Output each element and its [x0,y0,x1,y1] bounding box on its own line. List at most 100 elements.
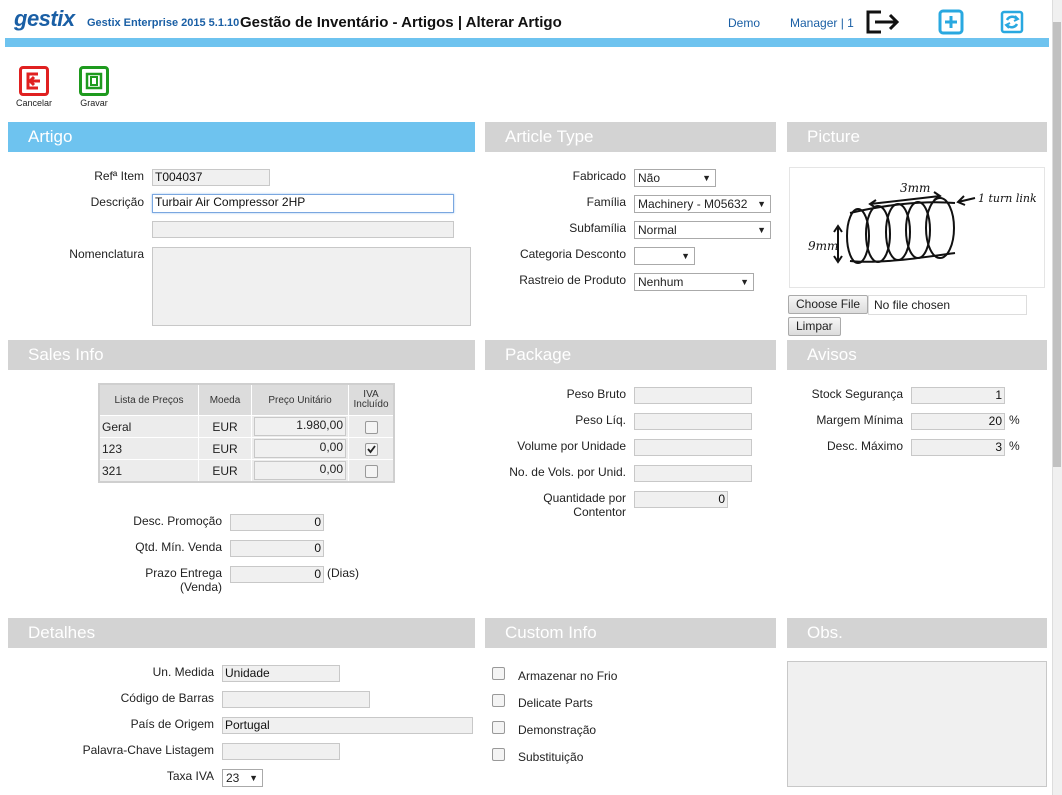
cancel-button[interactable]: Cancelar [14,66,54,108]
column-header-price-list: Lista de Preços [98,383,199,416]
description-field[interactable]: Turbair Air Compressor 2HP [152,194,454,213]
price-list-name: 321 [98,459,199,483]
sketch-label-3mm: 3mm [900,181,930,195]
save-icon [79,66,109,96]
lead-time-field[interactable]: 0 [230,566,324,583]
description-2-field[interactable] [152,221,454,238]
currency-cell: EUR [198,437,252,460]
checkbox-demo[interactable] [492,721,505,734]
company-link[interactable]: Demo [728,16,760,30]
familia-select[interactable]: Machinery - M05632 ▼ [634,195,771,213]
nomenclatura-label: Nomenclatura [69,247,144,261]
origin-label: País de Origem [130,717,214,731]
demo-label: Demonstração [518,723,597,737]
vat-included-checkbox[interactable] [364,442,378,456]
rastreio-value: Nenhum [638,275,684,289]
ref-label: Refª Item [94,169,144,183]
fabricado-select[interactable]: Não ▼ [634,169,716,187]
qty-container-label: Quantidade por Contentor [490,491,626,519]
sketch-label-9mm: 9mm [808,239,838,253]
min-qty-label: Qtd. Mín. Venda [135,540,222,554]
section-obs: Obs. [787,618,1047,648]
scrollbar-thumb[interactable] [1053,22,1061,467]
checkbox-cold-storage[interactable] [492,667,505,680]
subfamilia-select[interactable]: Normal ▼ [634,221,771,239]
sketch-label-turn-link: 1 turn link [978,192,1037,205]
vat-included-checkbox[interactable] [364,464,378,478]
header-accent-bar [5,38,1049,47]
nomenclatura-textarea[interactable] [152,247,471,326]
min-margin-label: Margem Mínima [816,413,903,427]
section-article-type: Article Type [485,122,776,152]
unit-price-field[interactable]: 0,00 [254,461,346,480]
max-discount-unit: % [1009,439,1020,453]
clear-picture-button[interactable]: Limpar [788,317,841,336]
familia-value: Machinery - M05632 [638,197,748,211]
chevron-down-icon: ▼ [702,173,711,183]
keyword-field[interactable] [222,743,340,760]
subfamilia-label: Subfamília [569,221,626,235]
checkmark-icon [366,445,376,454]
unit-price-field[interactable]: 1.980,00 [254,417,346,436]
user-link[interactable]: Manager | 1 [790,16,854,30]
vat-included-checkbox[interactable] [364,420,378,434]
categoria-label: Categoria Desconto [519,247,626,261]
safety-stock-field[interactable]: 1 [911,387,1005,404]
section-avisos: Avisos [787,340,1047,370]
promo-label: Desc. Promoção [133,514,222,528]
promo-field[interactable]: 0 [230,514,324,531]
gross-weight-label: Peso Bruto [566,387,626,401]
obs-textarea[interactable] [787,661,1047,787]
vat-rate-select[interactable]: 23 ▼ [222,769,263,787]
barcode-field[interactable] [222,691,370,708]
section-package: Package [485,340,776,370]
section-sales-info: Sales Info [8,340,475,370]
save-button[interactable]: Gravar [74,66,114,108]
compressor-sketch-image: 9mm 3mm 1 turn link [808,181,1037,264]
subfamilia-value: Normal [638,223,677,237]
qty-container-field[interactable]: 0 [634,491,728,508]
min-margin-unit: % [1009,413,1020,427]
net-weight-field[interactable] [634,413,752,430]
vat-rate-value: 23 [226,771,240,785]
vols-field[interactable] [634,465,752,482]
min-margin-field[interactable]: 20 [911,413,1005,430]
categoria-select[interactable]: ▼ [634,247,695,265]
section-picture: Picture [787,122,1047,152]
logout-icon[interactable] [865,9,903,35]
max-discount-field[interactable]: 3 [911,439,1005,456]
checkbox-delicate-parts[interactable] [492,694,505,707]
checkbox-replacement[interactable] [492,748,505,761]
gestix-logo[interactable]: gestix [14,6,75,32]
section-artigo: Artigo [8,122,475,152]
unit-label: Un. Medida [152,665,214,679]
description-label: Descrição [90,195,144,209]
unit-price-field[interactable]: 0,00 [254,439,346,458]
new-window-icon[interactable] [938,9,964,35]
keyword-label: Palavra-Chave Listagem [82,743,214,757]
fabricado-label: Fabricado [572,169,626,183]
chevron-down-icon: ▼ [755,196,766,212]
safety-stock-label: Stock Segurança [811,387,903,401]
price-list-name: 123 [98,437,199,460]
vols-label: No. de Vols. por Unid. [509,465,626,479]
ref-field[interactable]: T004037 [152,169,270,186]
gross-weight-field[interactable] [634,387,752,404]
file-name-display: No file chosen [868,295,1027,315]
qty-container-label-line2: Contentor [573,505,626,519]
rastreio-select[interactable]: Nenhum ▼ [634,273,754,291]
table-row: 123 EUR 0,00 [98,437,395,460]
currency-cell: EUR [198,415,252,438]
volume-field[interactable] [634,439,752,456]
unit-field[interactable]: Unidade [222,665,340,682]
refresh-icon[interactable] [998,8,1026,36]
app-name: Gestix Enterprise 2015 5.1.10 [87,17,240,29]
min-qty-field[interactable]: 0 [230,540,324,557]
cold-storage-label: Armazenar no Frio [518,669,618,683]
choose-file-button[interactable]: Choose File [788,295,869,314]
article-picture: 9mm 3mm 1 turn link [789,167,1045,288]
chevron-down-icon: ▼ [740,277,749,287]
cancel-icon [19,66,49,96]
origin-field[interactable]: Portugal [222,717,473,734]
barcode-label: Código de Barras [120,691,214,705]
